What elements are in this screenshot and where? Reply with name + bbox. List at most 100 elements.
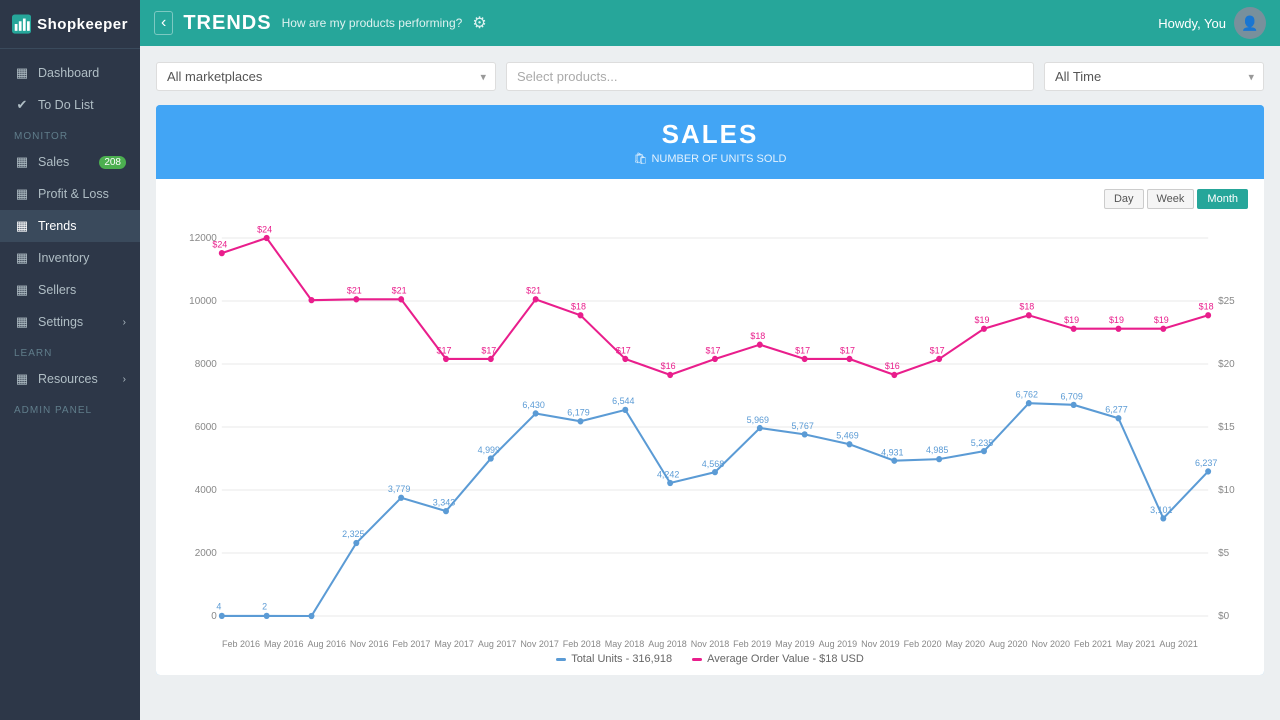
settings-chevron-icon: › [123, 317, 126, 328]
blue-dot [533, 410, 539, 416]
x-label: Aug 2016 [307, 639, 346, 649]
admin-section-label: ADMIN PANEL [0, 395, 140, 420]
units-icon: 🛍 [633, 152, 647, 165]
x-label: Feb 2021 [1074, 639, 1112, 649]
svg-text:3,779: 3,779 [388, 484, 410, 494]
blue-dot [577, 418, 583, 424]
sidebar-item-inventory-label: Inventory [38, 251, 89, 265]
x-label: Aug 2020 [989, 639, 1028, 649]
sidebar-item-resources-label: Resources [38, 372, 98, 386]
todo-icon: ✔ [14, 97, 30, 113]
pink-dot [757, 342, 763, 348]
marketplace-select[interactable]: All marketplaces [156, 62, 496, 91]
x-label: Nov 2017 [520, 639, 559, 649]
svg-text:2,325: 2,325 [342, 529, 364, 539]
blue-dot [1160, 515, 1166, 521]
monitor-section-label: MONITOR [0, 121, 140, 146]
month-button[interactable]: Month [1197, 189, 1248, 209]
blue-dot [622, 407, 628, 413]
pink-dot [398, 296, 404, 302]
sidebar-item-profit[interactable]: ▦ Profit & Loss [0, 178, 140, 210]
svg-text:$24: $24 [212, 239, 227, 249]
sales-card: SALES 🛍 NUMBER OF UNITS SOLD Day Week Mo… [156, 105, 1264, 675]
resources-chevron-icon: › [123, 374, 126, 385]
chart-container: .grid-line { stroke: #e8e8e8; stroke-wid… [172, 217, 1248, 637]
svg-text:5,767: 5,767 [791, 421, 813, 431]
sidebar-item-settings[interactable]: ▦ Settings › [0, 306, 140, 338]
x-label: May 2019 [775, 639, 815, 649]
sidebar-item-sellers[interactable]: ▦ Sellers [0, 274, 140, 306]
pink-dot [533, 296, 539, 302]
x-label: May 2018 [605, 639, 645, 649]
pink-dot [1160, 326, 1166, 332]
user-area[interactable]: Howdy, You 👤 [1158, 7, 1266, 39]
chart-title: SALES [176, 119, 1244, 150]
sidebar-item-sales[interactable]: ▦ Sales 208 [0, 146, 140, 178]
marketplace-filter-wrapper: All marketplaces ▾ [156, 62, 496, 91]
products-input[interactable] [506, 62, 1034, 91]
pink-dot [936, 356, 942, 362]
dashboard-icon: ▦ [14, 65, 30, 81]
blue-dot [757, 425, 763, 431]
svg-text:3,343: 3,343 [433, 498, 455, 508]
svg-text:$17: $17 [795, 345, 810, 355]
pink-dot [622, 356, 628, 362]
svg-text:$0: $0 [1218, 611, 1229, 622]
svg-text:2000: 2000 [195, 548, 217, 559]
svg-text:$19: $19 [1109, 315, 1124, 325]
svg-text:6,277: 6,277 [1105, 404, 1127, 414]
sidebar-item-sellers-label: Sellers [38, 283, 76, 297]
sidebar-item-dashboard[interactable]: ▦ Dashboard [0, 57, 140, 89]
pink-dot [981, 326, 987, 332]
svg-text:6,179: 6,179 [567, 407, 589, 417]
svg-text:5,235: 5,235 [971, 438, 993, 448]
svg-text:5,469: 5,469 [836, 430, 858, 440]
blue-dot [846, 441, 852, 447]
content-area: All marketplaces ▾ All Time ▾ SALES 🛍 NU… [140, 46, 1280, 720]
time-select[interactable]: All Time [1044, 62, 1264, 91]
svg-text:8000: 8000 [195, 359, 217, 370]
week-button[interactable]: Week [1147, 189, 1195, 209]
pink-dot [712, 356, 718, 362]
svg-text:$10: $10 [1218, 485, 1235, 496]
sales-card-header: SALES 🛍 NUMBER OF UNITS SOLD [156, 105, 1264, 179]
sidebar-item-todo[interactable]: ✔ To Do List [0, 89, 140, 121]
svg-text:6,544: 6,544 [612, 396, 634, 406]
pink-dot [891, 372, 897, 378]
pink-dot [264, 235, 270, 241]
blue-dot [219, 613, 225, 619]
svg-text:4: 4 [216, 601, 221, 611]
gear-icon[interactable]: ⚙ [472, 13, 486, 33]
svg-text:$21: $21 [392, 285, 407, 295]
chart-svg: .grid-line { stroke: #e8e8e8; stroke-wid… [172, 217, 1248, 637]
sidebar-item-resources[interactable]: ▦ Resources › [0, 363, 140, 395]
svg-text:$17: $17 [706, 345, 721, 355]
x-label: May 2021 [1116, 639, 1156, 649]
sidebar-item-trends-label: Trends [38, 219, 76, 233]
pink-dot [1026, 312, 1032, 318]
sales-card-body: Day Week Month .grid-line { stroke: #e8e… [156, 179, 1264, 675]
svg-text:$18: $18 [750, 331, 765, 341]
svg-text:$16: $16 [661, 361, 676, 371]
day-button[interactable]: Day [1104, 189, 1144, 209]
sidebar: Shopkeeper ▦ Dashboard ✔ To Do List MONI… [0, 0, 140, 720]
svg-text:$19: $19 [975, 315, 990, 325]
x-label: May 2020 [946, 639, 986, 649]
svg-text:4,568: 4,568 [702, 459, 724, 469]
sales-badge: 208 [99, 156, 126, 169]
svg-text:4000: 4000 [195, 485, 217, 496]
sidebar-item-inventory[interactable]: ▦ Inventory [0, 242, 140, 274]
user-greeting: Howdy, You [1158, 16, 1226, 31]
blue-dot [891, 458, 897, 464]
legend-blue-dot [556, 658, 566, 661]
blue-dot [1115, 415, 1121, 421]
back-button[interactable]: ‹ [154, 11, 173, 35]
sidebar-nav: ▦ Dashboard ✔ To Do List MONITOR ▦ Sales… [0, 49, 140, 720]
trends-icon: ▦ [14, 218, 30, 234]
sidebar-item-trends[interactable]: ▦ Trends [0, 210, 140, 242]
x-label: Feb 2017 [392, 639, 430, 649]
svg-text:6000: 6000 [195, 422, 217, 433]
svg-text:$15: $15 [1218, 422, 1235, 433]
blue-line [222, 403, 1208, 616]
chart-controls: Day Week Month [172, 189, 1248, 209]
